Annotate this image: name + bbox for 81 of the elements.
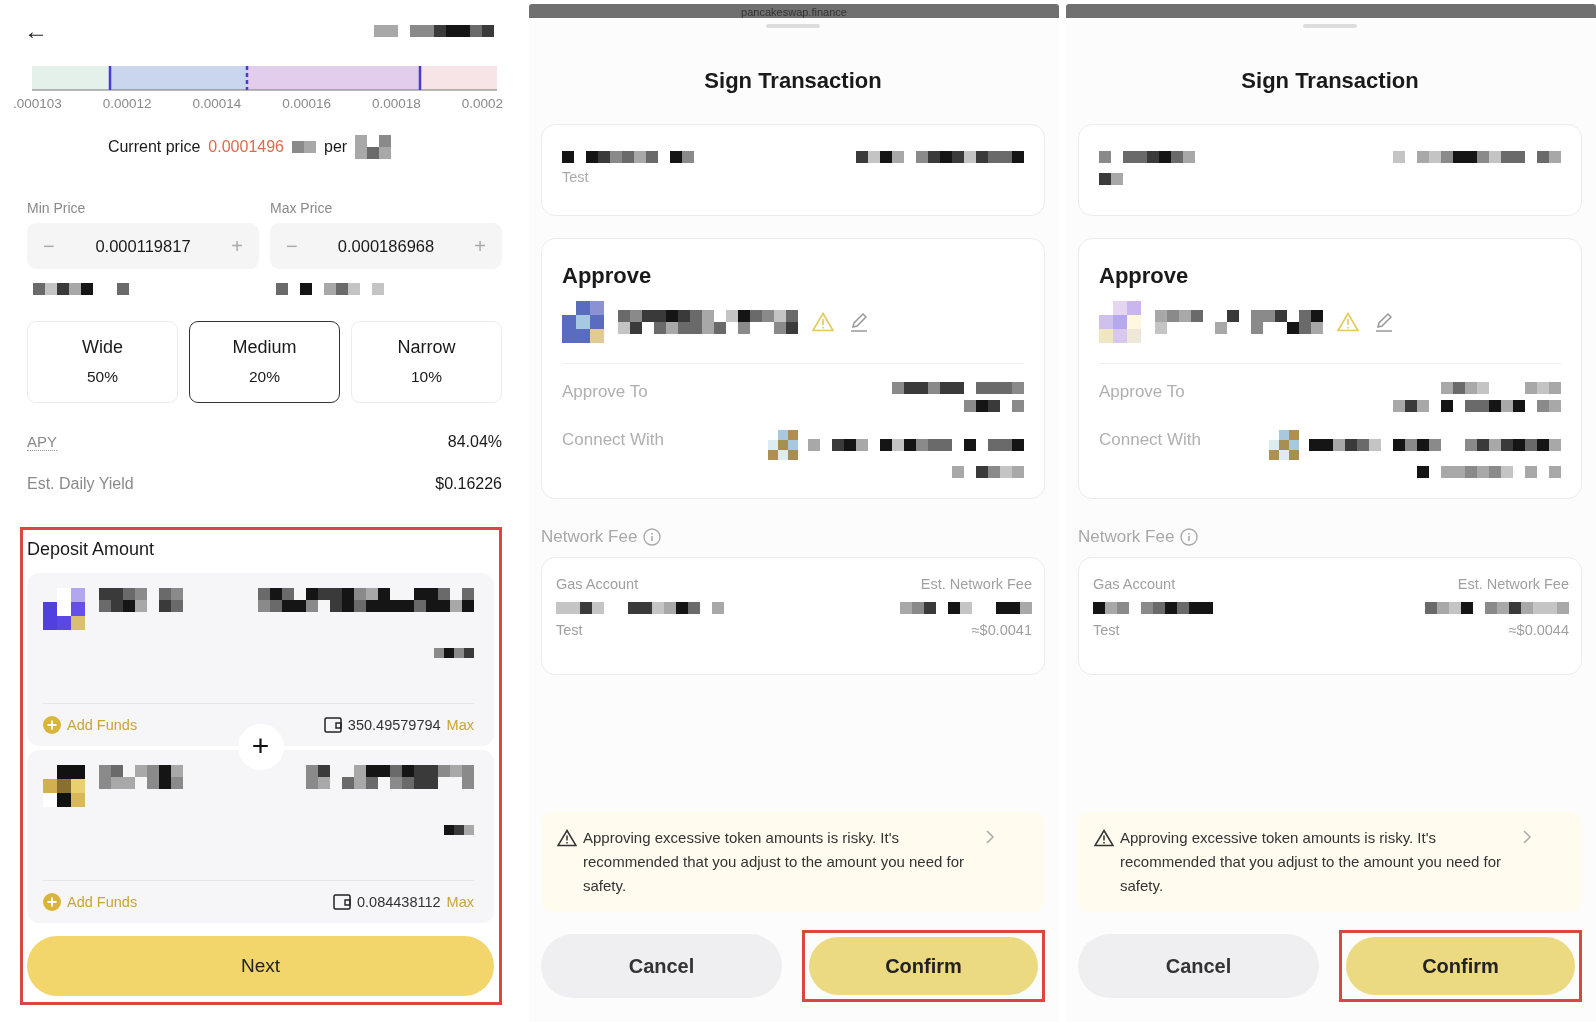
token-icon xyxy=(768,430,798,460)
site-address: pancakeswap.finance xyxy=(741,7,847,18)
wallet-icon xyxy=(333,894,351,910)
sheet-title: Sign Transaction xyxy=(1241,68,1419,94)
gas-account-label: Gas Account xyxy=(556,576,639,592)
gas-account-label: Gas Account xyxy=(1093,576,1176,592)
network-fee-label: Network Fee xyxy=(541,527,638,547)
approve-to-label: Approve To xyxy=(1099,382,1185,402)
axis-tick-label: 0.00016 xyxy=(282,96,331,111)
wallet-icon xyxy=(323,717,342,733)
pixelated-text xyxy=(444,825,474,835)
connect-with-label: Connect With xyxy=(1099,430,1202,450)
plus-circle-icon xyxy=(43,893,61,911)
token-icon xyxy=(1269,430,1299,460)
pixelated-text xyxy=(964,400,1024,412)
warning-text: Approving excessive token amounts is risky. It's recommended that you adjust to the amount you need for safety. xyxy=(583,828,966,896)
range-option[interactable]: Wide 50% xyxy=(27,321,178,403)
edit-icon xyxy=(848,311,870,333)
per-label: per xyxy=(324,138,348,156)
deposit-title: Deposit Amount xyxy=(27,539,155,560)
plus-separator: + xyxy=(237,724,284,770)
approve-to-label: Approve To xyxy=(562,382,648,402)
price-value: 0.000186968 xyxy=(337,236,435,256)
approve-title: Approve xyxy=(1099,263,1190,289)
warning-banner[interactable]: Approving excessive token amounts is risky. It's recommended that you adjust to the amount you need for safety. xyxy=(541,812,1045,912)
account-note: Test xyxy=(562,169,590,185)
axis-tick-label: 0.00018 xyxy=(371,96,421,111)
warning-icon xyxy=(1337,312,1359,332)
warning-banner[interactable]: Approving excessive token amounts is risky. It's recommended that you adjust to the amount you need for safety. xyxy=(1078,812,1582,912)
current-price-label: Current price xyxy=(107,138,201,156)
cancel-button[interactable]: Cancel xyxy=(541,934,782,998)
est-fee-label: Est. Network Fee xyxy=(920,576,1032,592)
plus-circle-icon xyxy=(43,716,61,734)
price-value: 0.000119817 xyxy=(95,236,191,256)
warning-icon xyxy=(1094,829,1114,847)
cancel-button[interactable]: Cancel xyxy=(1078,934,1319,998)
axis-tick-label: 0.00012 xyxy=(102,96,152,111)
warning-icon xyxy=(557,829,577,847)
token-icon xyxy=(43,765,85,807)
fee-usd-value: ≈$0.0044 xyxy=(1508,622,1569,638)
price-label: Min Price xyxy=(27,200,86,216)
confirm-button[interactable]: Confirm xyxy=(1346,937,1575,995)
stat-value: $0.16226 xyxy=(435,475,502,493)
gas-account-note: Test xyxy=(556,622,583,638)
token-icon xyxy=(43,588,85,630)
stat-label: APY xyxy=(27,433,57,451)
balance-value: 0.084438112 xyxy=(357,894,441,910)
axis-tick-label: 0.00014 xyxy=(192,96,242,111)
warning-icon xyxy=(812,312,834,332)
back-button[interactable]: ← xyxy=(24,17,48,45)
info-icon xyxy=(643,528,662,546)
range-option[interactable]: Narrow 10% xyxy=(351,321,502,403)
axis-tick-label: .000103 xyxy=(13,96,62,111)
warning-text: Approving excessive token amounts is risky. It's recommended that you adjust to the amount you need for safety. xyxy=(1120,828,1503,896)
gas-account-note: Test xyxy=(1093,622,1120,638)
price-label: Max Price xyxy=(270,200,333,216)
sheet-title: Sign Transaction xyxy=(704,68,882,94)
network-fee-label: Network Fee xyxy=(1078,527,1175,547)
pixelated-text xyxy=(355,135,392,159)
stat-value: 84.04% xyxy=(447,433,502,451)
stat-label: Est. Daily Yield xyxy=(27,475,134,493)
next-button[interactable]: Next xyxy=(27,936,494,996)
range-option[interactable]: Medium 20% xyxy=(189,321,340,403)
edit-icon xyxy=(1373,311,1395,333)
chevron-right-icon xyxy=(985,829,995,845)
pixelated-text xyxy=(434,648,474,658)
token-icon xyxy=(562,301,604,343)
current-price-value: 0.0001496 xyxy=(208,138,284,156)
chevron-right-icon xyxy=(1522,829,1532,845)
confirm-button[interactable]: Confirm xyxy=(809,937,1038,995)
balance-value: 350.49579794 xyxy=(347,717,441,733)
est-fee-label: Est. Network Fee xyxy=(1457,576,1569,592)
info-icon xyxy=(1180,528,1199,546)
approve-title: Approve xyxy=(562,263,653,289)
connect-with-label: Connect With xyxy=(562,430,665,450)
pixelated-text xyxy=(952,466,1024,478)
axis-tick-label: 0.0002 xyxy=(461,96,503,111)
pixelated-text xyxy=(1099,173,1123,185)
fee-usd-value: ≈$0.0041 xyxy=(971,622,1032,638)
token-icon xyxy=(1099,301,1141,343)
pixelated-text xyxy=(292,141,316,153)
